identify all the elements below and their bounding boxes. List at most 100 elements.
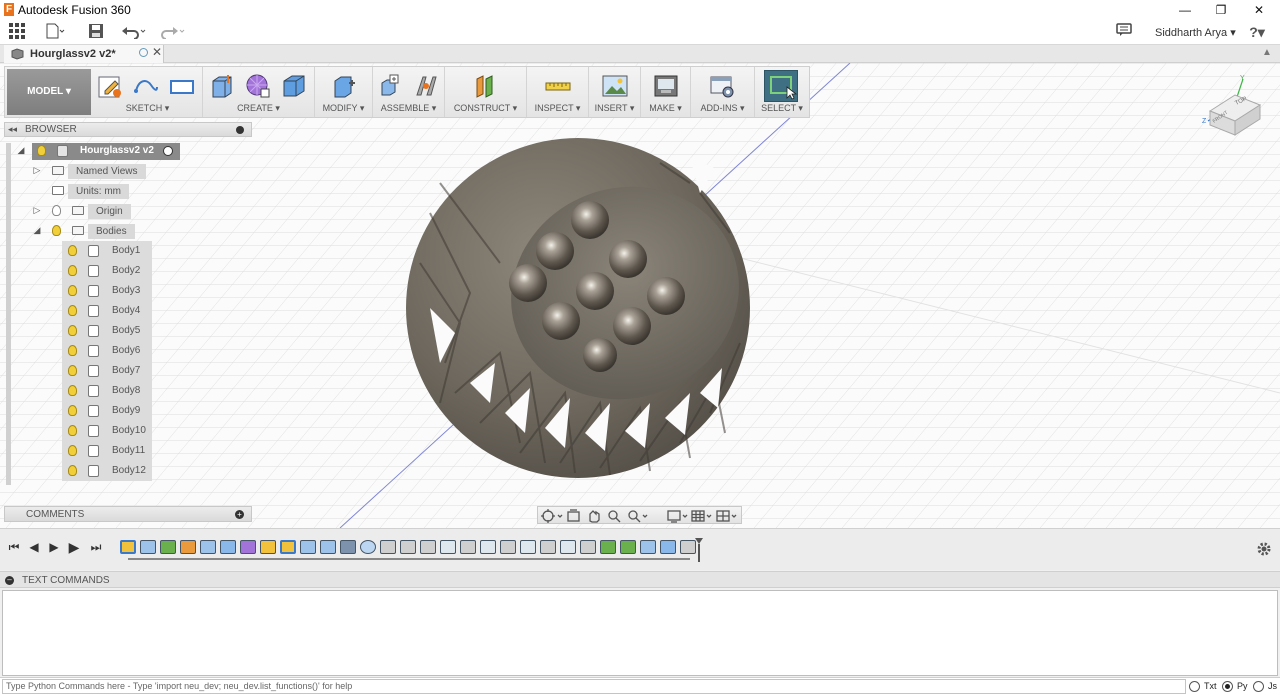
body-row[interactable]: Body5: [62, 321, 152, 341]
visibility-bulb-icon[interactable]: [68, 245, 77, 256]
joint-icon[interactable]: [413, 73, 439, 99]
scroll-tabs-up-icon[interactable]: ▲: [1262, 47, 1272, 58]
visibility-bulb-icon[interactable]: [52, 225, 61, 236]
file-menu-icon[interactable]: [44, 23, 66, 41]
visibility-bulb-icon[interactable]: [68, 385, 77, 396]
timeline-move-icon[interactable]: [580, 540, 596, 554]
make-group[interactable]: MAKE ▾: [641, 67, 691, 117]
visibility-bulb-off-icon[interactable]: [52, 205, 61, 216]
measure-icon[interactable]: [545, 73, 571, 99]
visibility-bulb-icon[interactable]: [68, 365, 77, 376]
timeline-next-icon[interactable]: ▶: [66, 539, 82, 555]
scripts-addins-icon[interactable]: [709, 73, 735, 99]
inspect-menu-label[interactable]: INSPECT ▾: [527, 103, 588, 114]
new-component-icon[interactable]: [379, 73, 405, 99]
tree-item-origin[interactable]: ▷ Origin: [0, 201, 255, 221]
timeline-sketch-icon[interactable]: [280, 540, 296, 554]
timeline-features[interactable]: [116, 529, 706, 571]
timeline-play-icon[interactable]: ▶: [46, 539, 62, 555]
timeline-plane-icon[interactable]: [160, 540, 176, 554]
timeline-combine-icon[interactable]: [660, 540, 676, 554]
minimize-button[interactable]: —: [1170, 1, 1200, 19]
sketch-menu-label[interactable]: SKETCH ▾: [93, 103, 202, 114]
timeline-extrude-icon[interactable]: [300, 540, 316, 554]
sketch-group[interactable]: SKETCH ▾: [93, 67, 203, 117]
body-row[interactable]: Body12: [62, 461, 152, 481]
timeline-move-icon[interactable]: [680, 540, 696, 554]
display-settings-icon[interactable]: [666, 507, 690, 525]
fit-window-icon[interactable]: [628, 507, 658, 525]
visibility-bulb-icon[interactable]: [68, 305, 77, 316]
insert-group[interactable]: INSERT ▾: [589, 67, 641, 117]
sketch-rectangle-icon[interactable]: [169, 73, 195, 99]
help-menu-button[interactable]: ?▾: [1242, 23, 1272, 41]
timeline-revolve-icon[interactable]: [140, 540, 156, 554]
inspect-group[interactable]: INSPECT ▾: [527, 67, 589, 117]
text-commands-header[interactable]: – TEXT COMMANDS: [0, 571, 1280, 588]
timeline-sketch-icon[interactable]: [260, 540, 276, 554]
body-row[interactable]: Body10: [62, 421, 152, 441]
viewcube[interactable]: Y Z TOP FRONT: [1200, 73, 1270, 143]
visibility-bulb-icon[interactable]: [68, 265, 77, 276]
collapse-arrow-icon[interactable]: ◢: [16, 145, 26, 156]
timeline-copy-icon[interactable]: [520, 540, 536, 554]
body-row[interactable]: Body3: [62, 281, 152, 301]
visibility-bulb-icon[interactable]: [68, 465, 77, 476]
save-icon[interactable]: [85, 23, 107, 41]
construct-menu-label[interactable]: CONSTRUCT ▾: [445, 103, 526, 114]
add-comment-icon[interactable]: +: [235, 510, 244, 519]
visibility-bulb-icon[interactable]: [68, 405, 77, 416]
python-command-input[interactable]: Type Python Commands here - Type 'import…: [2, 679, 1186, 694]
body-row[interactable]: Body4: [62, 301, 152, 321]
sketch-arc-icon[interactable]: [133, 73, 159, 99]
timeline-plane-icon[interactable]: [620, 540, 636, 554]
timeline-copy-icon[interactable]: [440, 540, 456, 554]
mode-py-radio[interactable]: [1222, 681, 1233, 692]
browser-options-icon[interactable]: [236, 126, 244, 134]
activate-radio-icon[interactable]: [163, 146, 173, 156]
body-row[interactable]: Body11: [62, 441, 152, 461]
timeline-move-icon[interactable]: [500, 540, 516, 554]
expand-arrow-icon[interactable]: ▷: [32, 205, 42, 216]
comments-panel-header[interactable]: COMMENTS +: [4, 506, 252, 522]
3d-print-icon[interactable]: [653, 73, 679, 99]
visibility-bulb-icon[interactable]: [68, 325, 77, 336]
tree-root-row[interactable]: ◢ Hourglassv2 v2: [0, 141, 255, 161]
timeline-marker[interactable]: [695, 538, 703, 562]
undo-icon[interactable]: [120, 23, 150, 41]
timeline-plane-icon[interactable]: [180, 540, 196, 554]
orbit-icon[interactable]: [538, 507, 568, 525]
body-row[interactable]: Body1: [62, 241, 152, 261]
canvas-viewport[interactable]: MODEL ▾ SKETCH ▾ CREATE ▾ MODIFY ▾ ASSEM…: [0, 63, 1280, 528]
timeline-split-icon[interactable]: [320, 540, 336, 554]
zoom-icon[interactable]: [608, 507, 628, 525]
create-group[interactable]: CREATE ▾: [203, 67, 315, 117]
tree-item-units[interactable]: Units: mm: [0, 181, 255, 201]
select-group[interactable]: SELECT ▾: [755, 67, 809, 117]
make-menu-label[interactable]: MAKE ▾: [641, 103, 690, 114]
timeline-move-icon[interactable]: [540, 540, 556, 554]
mode-txt-radio[interactable]: [1189, 681, 1200, 692]
timeline-form-icon[interactable]: [240, 540, 256, 554]
select-menu-label[interactable]: SELECT ▾: [755, 103, 809, 114]
timeline-pattern-icon[interactable]: [340, 540, 356, 554]
collapse-text-commands-icon[interactable]: –: [5, 576, 14, 585]
timeline-split-icon[interactable]: [640, 540, 656, 554]
timeline-start-icon[interactable]: ⏮: [6, 539, 22, 555]
restore-button[interactable]: ❐: [1206, 1, 1236, 19]
collapse-arrow-icon[interactable]: ◢: [32, 225, 42, 236]
visibility-bulb-icon[interactable]: [68, 285, 77, 296]
timeline-copy-icon[interactable]: [560, 540, 576, 554]
data-panel-grid-icon[interactable]: [6, 23, 28, 41]
timeline-end-icon[interactable]: ⏭: [88, 539, 104, 555]
insert-image-icon[interactable]: [602, 73, 628, 99]
tree-item-bodies[interactable]: ◢ Bodies: [0, 221, 255, 241]
workspace-switcher-button[interactable]: MODEL ▾: [7, 69, 91, 115]
document-tab[interactable]: Hourglassv2 v2* ✕: [4, 45, 164, 63]
expand-arrow-icon[interactable]: ▷: [32, 165, 42, 176]
timeline-extrude-icon[interactable]: [200, 540, 216, 554]
press-pull-icon[interactable]: [331, 73, 357, 99]
timeline-sphere-icon[interactable]: [360, 540, 376, 554]
timeline-extrude-icon[interactable]: [220, 540, 236, 554]
add-ins-group[interactable]: ADD-INS ▾: [691, 67, 755, 117]
